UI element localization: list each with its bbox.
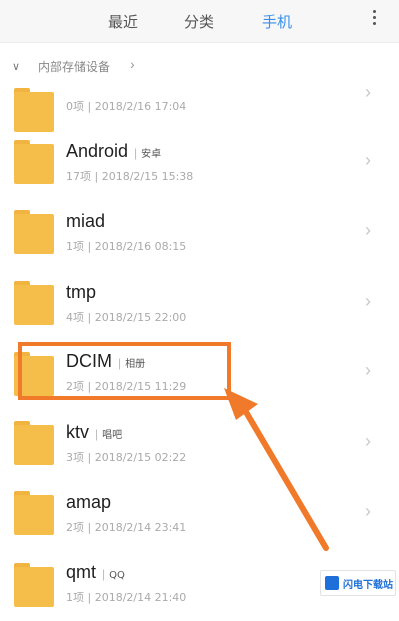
annotation-arrow-icon — [224, 388, 329, 551]
watermark-logo: 闪电下载站 — [320, 570, 396, 596]
logo-icon — [325, 576, 339, 590]
watermark-text: 闪电下载站 — [343, 580, 393, 591]
